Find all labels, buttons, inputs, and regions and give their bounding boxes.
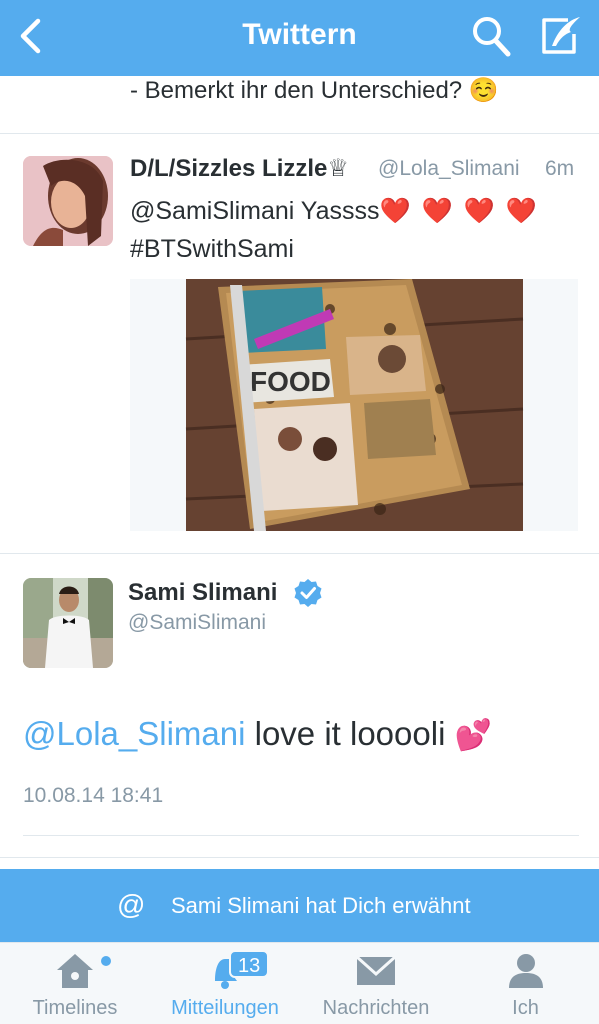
verified-badge-icon	[294, 579, 322, 607]
tweet-time: 6m	[545, 157, 575, 180]
tab-nachrichten[interactable]: Nachrichten	[300, 943, 452, 1024]
divider	[23, 835, 579, 836]
tab-mitteilungen[interactable]: Mitteilungen	[150, 943, 300, 1024]
author-name[interactable]: D/L/Sizzles Lizzle♕	[130, 154, 349, 183]
tab-label: Nachrichten	[322, 997, 430, 1019]
bottom-tab-bar: Timelines Mitteilungen 13 Nachrichten Ic…	[0, 942, 599, 1024]
author-name[interactable]: Sami Slimani	[128, 579, 277, 607]
home-icon	[57, 954, 93, 988]
avatar-sami[interactable]	[23, 578, 113, 668]
two-hearts-emoji: 💕	[454, 719, 492, 752]
envelope-icon	[355, 955, 397, 985]
author-handle[interactable]: @Lola_Slimani	[378, 157, 520, 181]
author-handle[interactable]: @SamiSlimani	[128, 611, 266, 635]
tweet-text: @Lola_Slimani love it looooli 💕	[23, 715, 492, 753]
previous-tweet-text: - Bemerkt ihr den Unterschied? ☺️	[130, 77, 499, 104]
hearts-emoji: ❤️ ❤️ ❤️ ❤️	[379, 197, 539, 225]
tweet-lola[interactable]: D/L/Sizzles Lizzle♕ @Lola_Slimani 6m @Sa…	[0, 134, 599, 554]
tweet-text-line1[interactable]: @SamiSlimani Yassss	[130, 197, 380, 225]
compose-tweet-icon[interactable]	[538, 14, 584, 58]
divider	[0, 857, 599, 858]
hashtag-link[interactable]: #BTSwithSami	[130, 235, 294, 263]
tab-label: Mitteilungen	[171, 997, 279, 1019]
previous-tweet[interactable]: - Bemerkt ihr den Unterschied? ☺️	[0, 76, 599, 134]
tweet-text: @SamiSlimani Yassss❤️ ❤️ ❤️ ❤️ #BTSwithS…	[130, 192, 580, 268]
person-icon	[508, 954, 543, 988]
top-nav-bar: Twittern	[0, 0, 599, 76]
tweet-photo[interactable]: FOOD	[130, 279, 578, 531]
svg-text:FOOD: FOOD	[250, 366, 331, 397]
unread-dot	[101, 956, 111, 966]
mention-link[interactable]: @Lola_Slimani	[23, 715, 245, 752]
at-icon: @	[117, 889, 146, 920]
tweet-body: love it looooli	[245, 715, 455, 752]
tweet-timestamp: 10.08.14 18:41	[23, 784, 164, 807]
search-icon[interactable]	[470, 14, 512, 58]
tab-ich[interactable]: Ich	[452, 943, 599, 1024]
banner-message: Sami Slimani hat Dich erwähnt	[171, 893, 471, 918]
tweet-sami-expanded[interactable]: Sami Slimani @SamiSlimani @Lola_Slimani …	[0, 555, 599, 858]
mention-notification-banner[interactable]: @ Sami Slimani hat Dich erwähnt	[0, 869, 599, 942]
notification-count-badge: 13	[229, 950, 270, 978]
tab-label: Timelines	[32, 997, 118, 1019]
tab-timelines[interactable]: Timelines	[0, 943, 150, 1024]
avatar-lola[interactable]	[23, 156, 113, 246]
tab-label: Ich	[512, 997, 539, 1019]
